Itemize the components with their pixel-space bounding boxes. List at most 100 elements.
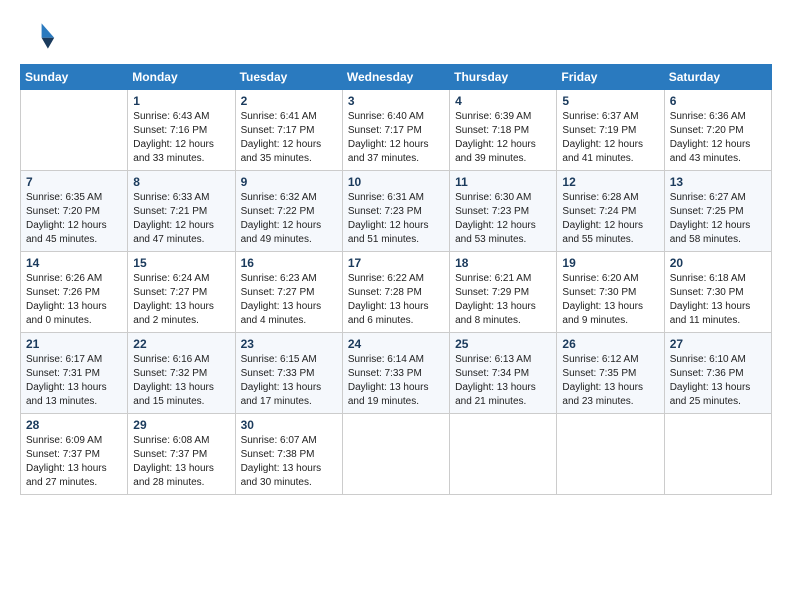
day-cell [342, 414, 449, 495]
day-info: Sunrise: 6:09 AM Sunset: 7:37 PM Dayligh… [26, 434, 122, 490]
weekday-header-saturday: Saturday [664, 65, 771, 90]
day-cell [664, 414, 771, 495]
week-row-1: 1 Sunrise: 6:43 AM Sunset: 7:16 PM Daylig… [21, 90, 772, 171]
week-row-5: 28 Sunrise: 6:09 AM Sunset: 7:37 PM Dayli… [21, 414, 772, 495]
calendar-table: SundayMondayTuesdayWednesdayThursdayFrid… [20, 64, 772, 495]
day-info: Sunrise: 6:18 AM Sunset: 7:30 PM Dayligh… [670, 272, 766, 328]
day-info: Sunrise: 6:08 AM Sunset: 7:37 PM Dayligh… [133, 434, 229, 490]
day-info: Sunrise: 6:33 AM Sunset: 7:21 PM Dayligh… [133, 191, 229, 247]
week-row-4: 21 Sunrise: 6:17 AM Sunset: 7:31 PM Dayli… [21, 333, 772, 414]
day-info: Sunrise: 6:23 AM Sunset: 7:27 PM Dayligh… [241, 272, 337, 328]
day-number: 19 [562, 256, 658, 270]
day-cell: 3 Sunrise: 6:40 AM Sunset: 7:17 PM Daylig… [342, 90, 449, 171]
day-info: Sunrise: 6:43 AM Sunset: 7:16 PM Dayligh… [133, 110, 229, 166]
day-info: Sunrise: 6:17 AM Sunset: 7:31 PM Dayligh… [26, 353, 122, 409]
day-number: 16 [241, 256, 337, 270]
weekday-header-thursday: Thursday [450, 65, 557, 90]
day-cell: 5Sunrise: 6:37 AM Sunset: 7:19 PM Daylig… [557, 90, 664, 171]
day-number: 17 [348, 256, 444, 270]
day-cell: 16 Sunrise: 6:23 AM Sunset: 7:27 PM Dayli… [235, 252, 342, 333]
day-number: 26 [562, 337, 658, 351]
day-number: 1 [133, 94, 229, 108]
day-number: 2 [241, 94, 337, 108]
day-info: Sunrise: 6:22 AM Sunset: 7:28 PM Dayligh… [348, 272, 444, 328]
day-cell: 21 Sunrise: 6:17 AM Sunset: 7:31 PM Dayli… [21, 333, 128, 414]
day-cell [557, 414, 664, 495]
day-cell: 19 Sunrise: 6:20 AM Sunset: 7:30 PM Dayli… [557, 252, 664, 333]
day-info: Sunrise: 6:39 AM Sunset: 7:18 PM Dayligh… [455, 110, 551, 166]
weekday-header-friday: Friday [557, 65, 664, 90]
day-number: 14 [26, 256, 122, 270]
day-info: Sunrise: 6:27 AM Sunset: 7:25 PM Dayligh… [670, 191, 766, 247]
day-cell: 30Sunrise: 6:07 AM Sunset: 7:38 PM Dayli… [235, 414, 342, 495]
day-cell: 12 Sunrise: 6:28 AM Sunset: 7:24 PM Dayli… [557, 171, 664, 252]
day-cell: 2 Sunrise: 6:41 AM Sunset: 7:17 PM Daylig… [235, 90, 342, 171]
day-info: Sunrise: 6:32 AM Sunset: 7:22 PM Dayligh… [241, 191, 337, 247]
day-number: 15 [133, 256, 229, 270]
day-cell: 24 Sunrise: 6:14 AM Sunset: 7:33 PM Dayli… [342, 333, 449, 414]
day-cell [21, 90, 128, 171]
day-number: 20 [670, 256, 766, 270]
day-info: Sunrise: 6:24 AM Sunset: 7:27 PM Dayligh… [133, 272, 229, 328]
week-row-2: 7 Sunrise: 6:35 AM Sunset: 7:20 PM Daylig… [21, 171, 772, 252]
day-cell: 17 Sunrise: 6:22 AM Sunset: 7:28 PM Dayli… [342, 252, 449, 333]
day-number: 22 [133, 337, 229, 351]
day-number: 27 [670, 337, 766, 351]
weekday-header-monday: Monday [128, 65, 235, 90]
day-info: Sunrise: 6:37 AM Sunset: 7:19 PM Dayligh… [562, 110, 658, 166]
day-cell: 11 Sunrise: 6:30 AM Sunset: 7:23 PM Dayli… [450, 171, 557, 252]
weekday-header-sunday: Sunday [21, 65, 128, 90]
weekday-header-tuesday: Tuesday [235, 65, 342, 90]
day-number: 7 [26, 175, 122, 189]
weekday-row: SundayMondayTuesdayWednesdayThursdayFrid… [21, 65, 772, 90]
day-info: Sunrise: 6:26 AM Sunset: 7:26 PM Dayligh… [26, 272, 122, 328]
day-info: Sunrise: 6:14 AM Sunset: 7:33 PM Dayligh… [348, 353, 444, 409]
day-cell: 4Sunrise: 6:39 AM Sunset: 7:18 PM Daylig… [450, 90, 557, 171]
day-cell: 23Sunrise: 6:15 AM Sunset: 7:33 PM Dayli… [235, 333, 342, 414]
day-info: Sunrise: 6:40 AM Sunset: 7:17 PM Dayligh… [348, 110, 444, 166]
day-info: Sunrise: 6:41 AM Sunset: 7:17 PM Dayligh… [241, 110, 337, 166]
day-info: Sunrise: 6:31 AM Sunset: 7:23 PM Dayligh… [348, 191, 444, 247]
day-info: Sunrise: 6:13 AM Sunset: 7:34 PM Dayligh… [455, 353, 551, 409]
day-info: Sunrise: 6:36 AM Sunset: 7:20 PM Dayligh… [670, 110, 766, 166]
day-number: 18 [455, 256, 551, 270]
day-cell: 22 Sunrise: 6:16 AM Sunset: 7:32 PM Dayli… [128, 333, 235, 414]
day-number: 11 [455, 175, 551, 189]
day-info: Sunrise: 6:30 AM Sunset: 7:23 PM Dayligh… [455, 191, 551, 247]
day-cell: 25 Sunrise: 6:13 AM Sunset: 7:34 PM Dayli… [450, 333, 557, 414]
day-cell: 15 Sunrise: 6:24 AM Sunset: 7:27 PM Dayli… [128, 252, 235, 333]
day-cell: 9Sunrise: 6:32 AM Sunset: 7:22 PM Daylig… [235, 171, 342, 252]
day-cell: 28 Sunrise: 6:09 AM Sunset: 7:37 PM Dayli… [21, 414, 128, 495]
weekday-header-wednesday: Wednesday [342, 65, 449, 90]
week-row-3: 14 Sunrise: 6:26 AM Sunset: 7:26 PM Dayli… [21, 252, 772, 333]
day-number: 21 [26, 337, 122, 351]
day-number: 13 [670, 175, 766, 189]
day-cell: 26 Sunrise: 6:12 AM Sunset: 7:35 PM Dayli… [557, 333, 664, 414]
day-cell: 14 Sunrise: 6:26 AM Sunset: 7:26 PM Dayli… [21, 252, 128, 333]
day-number: 24 [348, 337, 444, 351]
day-number: 28 [26, 418, 122, 432]
calendar-body: 1 Sunrise: 6:43 AM Sunset: 7:16 PM Daylig… [21, 90, 772, 495]
day-cell: 13 Sunrise: 6:27 AM Sunset: 7:25 PM Dayli… [664, 171, 771, 252]
day-info: Sunrise: 6:20 AM Sunset: 7:30 PM Dayligh… [562, 272, 658, 328]
day-cell: 6 Sunrise: 6:36 AM Sunset: 7:20 PM Daylig… [664, 90, 771, 171]
day-info: Sunrise: 6:28 AM Sunset: 7:24 PM Dayligh… [562, 191, 658, 247]
header [20, 18, 772, 54]
day-number: 10 [348, 175, 444, 189]
day-info: Sunrise: 6:16 AM Sunset: 7:32 PM Dayligh… [133, 353, 229, 409]
day-cell: 29Sunrise: 6:08 AM Sunset: 7:37 PM Dayli… [128, 414, 235, 495]
day-number: 30 [241, 418, 337, 432]
day-cell: 8Sunrise: 6:33 AM Sunset: 7:21 PM Daylig… [128, 171, 235, 252]
day-number: 23 [241, 337, 337, 351]
day-info: Sunrise: 6:21 AM Sunset: 7:29 PM Dayligh… [455, 272, 551, 328]
day-number: 12 [562, 175, 658, 189]
day-cell: 10 Sunrise: 6:31 AM Sunset: 7:23 PM Dayli… [342, 171, 449, 252]
day-number: 25 [455, 337, 551, 351]
calendar-header: SundayMondayTuesdayWednesdayThursdayFrid… [21, 65, 772, 90]
day-cell [450, 414, 557, 495]
day-number: 6 [670, 94, 766, 108]
day-number: 3 [348, 94, 444, 108]
day-info: Sunrise: 6:12 AM Sunset: 7:35 PM Dayligh… [562, 353, 658, 409]
day-cell: 7 Sunrise: 6:35 AM Sunset: 7:20 PM Daylig… [21, 171, 128, 252]
day-info: Sunrise: 6:35 AM Sunset: 7:20 PM Dayligh… [26, 191, 122, 247]
